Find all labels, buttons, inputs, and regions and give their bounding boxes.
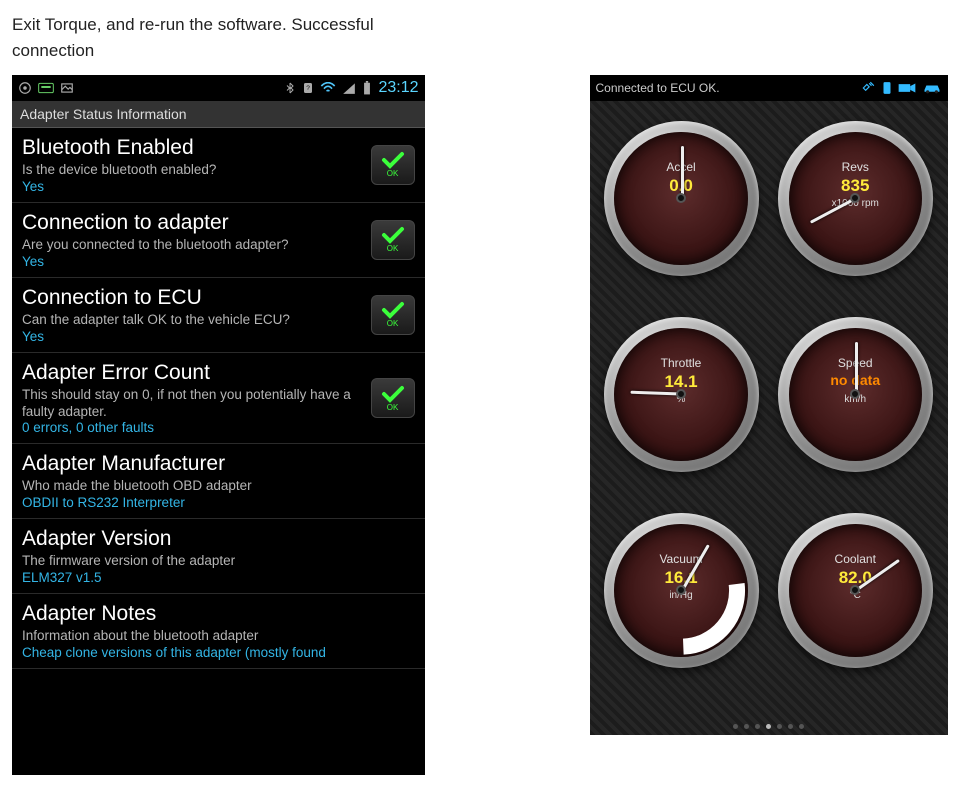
gauge-label: Vacuum xyxy=(614,552,747,566)
status-item-title: Connection to ECU xyxy=(22,286,363,310)
gauge-grid[interactable]: 0.80.60.40.20-0.2-0.4-0.6-0.8Accel0.0123… xyxy=(590,101,948,711)
status-item-1[interactable]: Connection to adapter Are you connected t… xyxy=(12,203,425,278)
status-item-title: Connection to adapter xyxy=(22,211,363,235)
gauge-tick: -0.4 xyxy=(747,132,748,142)
status-item-value: OBDII to RS232 Interpreter xyxy=(22,495,415,510)
status-item-value: 0 errors, 0 other faults xyxy=(22,420,363,435)
dashboard-phone: Connected to ECU OK. 0.80.60.40.20-0.2-0… xyxy=(590,75,948,735)
status-item-title: Adapter Error Count xyxy=(22,361,363,385)
status-item-value: Yes xyxy=(22,179,363,194)
status-item-value: Yes xyxy=(22,254,363,269)
gauge-accel[interactable]: 0.80.60.40.20-0.2-0.4-0.6-0.8Accel0.0 xyxy=(604,121,759,276)
ok-badge: OK xyxy=(371,295,415,335)
bluetooth-icon xyxy=(284,81,296,95)
adapter-status-header: Adapter Status Information xyxy=(12,101,425,128)
adapter-status-phone: ? 23:12 Adapter Status Information Bluet… xyxy=(12,75,425,775)
gauge-revs[interactable]: 12345670Revs835x1000 rpm xyxy=(778,121,933,276)
check-icon xyxy=(381,385,405,403)
status-item-desc: This should stay on 0, if not then you p… xyxy=(22,387,363,421)
gauge-label: Throttle xyxy=(614,356,747,370)
caption-line1: Exit Torque, and re-run the software. Su… xyxy=(12,15,374,34)
car-icon xyxy=(922,82,942,94)
status-item-title: Adapter Notes xyxy=(22,602,415,626)
status-item-value: Yes xyxy=(22,329,363,344)
gauge-label: Coolant xyxy=(789,552,922,566)
gauge-hub xyxy=(676,193,686,203)
status-item-desc: Who made the bluetooth OBD adapter xyxy=(22,478,415,495)
instruction-caption: Exit Torque, and re-run the software. Su… xyxy=(12,12,948,63)
status-time: 23:12 xyxy=(378,79,418,97)
gauge-needle xyxy=(855,342,858,394)
pager-dot[interactable] xyxy=(744,724,749,729)
phone-icon xyxy=(882,81,892,95)
svg-text:?: ? xyxy=(307,85,311,92)
status-item-4[interactable]: Adapter Manufacturer Who made the bluetoo… xyxy=(12,444,425,519)
gauge-hub xyxy=(676,585,686,595)
wifi-icon xyxy=(320,82,336,94)
ok-badge: OK xyxy=(371,220,415,260)
gauge-hub xyxy=(850,585,860,595)
gauge-hub xyxy=(676,389,686,399)
ok-badge: OK xyxy=(371,378,415,418)
check-icon xyxy=(381,301,405,319)
gauge-hub xyxy=(850,389,860,399)
gauge-hub xyxy=(850,193,860,203)
gauge-vacuum[interactable]: -20-20-16-16-12-12-8-8-4Vacuum16.1in/Hg xyxy=(604,513,759,668)
gauge-tick: 140 xyxy=(921,524,922,534)
connection-status: Connected to ECU OK. xyxy=(596,81,720,95)
status-item-title: Bluetooth Enabled xyxy=(22,136,363,160)
status-item-5[interactable]: Adapter Version The firmware version of t… xyxy=(12,519,425,594)
status-item-value: ELM327 v1.5 xyxy=(22,570,415,585)
gauge-needle xyxy=(681,146,684,198)
camera-icon xyxy=(898,82,916,94)
status-item-value: Cheap clone versions of this adapter (mo… xyxy=(22,645,415,660)
status-item-6[interactable]: Adapter Notes Information about the bluet… xyxy=(12,594,425,669)
gauge-tick: 0 xyxy=(747,458,748,462)
status-item-desc: The firmware version of the adapter xyxy=(22,553,415,570)
status-item-desc: Can the adapter talk OK to the vehicle E… xyxy=(22,312,363,329)
obd-icon xyxy=(38,81,54,95)
status-item-title: Adapter Manufacturer xyxy=(22,452,415,476)
status-item-desc: Information about the bluetooth adapter xyxy=(22,628,415,645)
signal-icon xyxy=(342,82,356,94)
gauge-label: Revs xyxy=(789,160,922,174)
pager-dot[interactable] xyxy=(777,724,782,729)
battery-icon xyxy=(362,81,372,95)
pager-dot[interactable] xyxy=(788,724,793,729)
check-icon xyxy=(381,151,405,169)
pager-dot[interactable] xyxy=(766,724,771,729)
page-indicator xyxy=(590,724,948,729)
adapter-status-list[interactable]: Bluetooth Enabled Is the device bluetooth… xyxy=(12,128,425,669)
status-item-3[interactable]: Adapter Error CountThis should stay on 0… xyxy=(12,353,425,445)
check-icon xyxy=(381,226,405,244)
ok-badge: OK xyxy=(371,145,415,185)
gauge-coolant[interactable]: 60801004012020140-40Coolant82.0°C xyxy=(778,513,933,668)
pager-dot[interactable] xyxy=(799,724,804,729)
status-item-title: Adapter Version xyxy=(22,527,415,551)
status-item-2[interactable]: Connection to ECU Can the adapter talk OK… xyxy=(12,278,425,353)
notification-icon: ? xyxy=(302,81,314,95)
gauge-throttle[interactable]: 5060407030802090100100Throttle14.1% xyxy=(604,317,759,472)
pager-dot[interactable] xyxy=(733,724,738,729)
gauge-speed[interactable]: 80100601204014020160Speedno datakm/h xyxy=(778,317,933,472)
caption-line2: connection xyxy=(12,41,94,60)
satellite-icon xyxy=(860,81,876,95)
status-item-0[interactable]: Bluetooth Enabled Is the device bluetooth… xyxy=(12,128,425,203)
dashboard-statusbar: Connected to ECU OK. xyxy=(590,75,948,101)
status-item-desc: Are you connected to the bluetooth adapt… xyxy=(22,237,363,254)
target-icon xyxy=(18,81,32,95)
gallery-icon xyxy=(60,81,74,95)
pager-dot[interactable] xyxy=(755,724,760,729)
status-item-desc: Is the device bluetooth enabled? xyxy=(22,162,363,179)
android-statusbar: ? 23:12 xyxy=(12,75,425,101)
